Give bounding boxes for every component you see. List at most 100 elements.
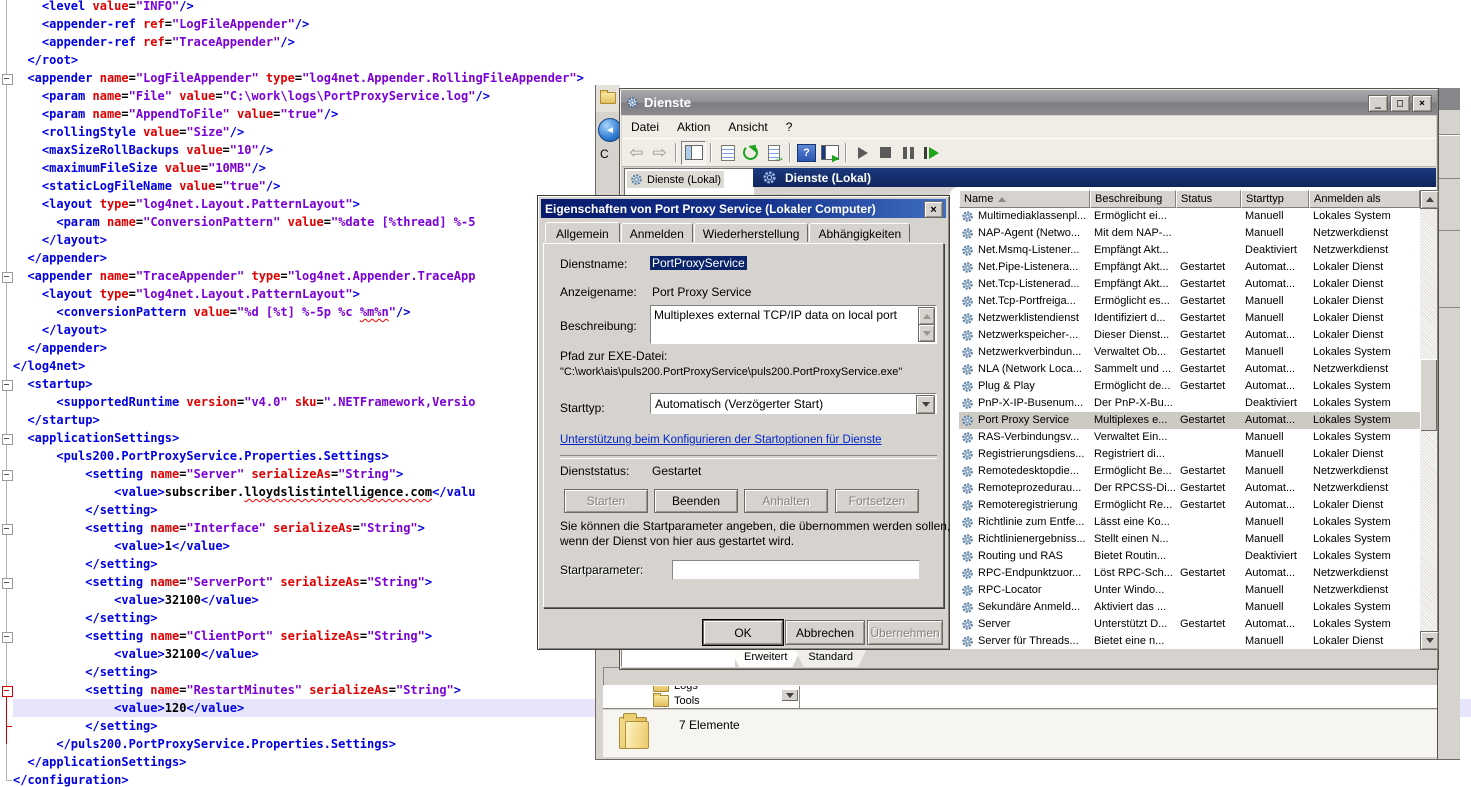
service-row[interactable]: Sekundäre Anmeld...Aktiviert das ...Manu… (959, 599, 1420, 616)
column-header-name[interactable]: Name (959, 190, 1090, 208)
column-header-beschreibung[interactable]: Beschreibung (1090, 190, 1176, 208)
description-box[interactable]: Multiplexes external TCP/IP data on loca… (650, 305, 937, 344)
cell-startup: Manuell (1241, 293, 1309, 310)
show-console-tree-button[interactable] (681, 141, 706, 165)
pause-service-button[interactable] (897, 142, 920, 164)
service-row[interactable]: Netzwerkspeicher-...Dieser Dienst...Gest… (959, 327, 1420, 344)
menu-item-datei[interactable]: Datei (622, 118, 668, 136)
dropdown-button[interactable] (781, 689, 798, 701)
close-button[interactable]: × (1412, 95, 1432, 112)
service-row[interactable]: Net.Tcp-Listenerad...Empfängt Akt...Gest… (959, 276, 1420, 293)
combo-drop-button[interactable] (916, 395, 935, 414)
service-row[interactable]: PnP-X-IP-Busenum...Der PnP-X-Bu...Deakti… (959, 395, 1420, 412)
beenden-button[interactable]: Beenden (654, 489, 738, 513)
start-service-icon (858, 147, 868, 159)
dialog-titlebar[interactable]: Eigenschaften von Port Proxy Service (Lo… (541, 199, 946, 218)
service-row[interactable]: Remotedesktopdie...Ermöglicht Be...Gesta… (959, 463, 1420, 480)
vertical-scrollbar[interactable] (1420, 190, 1437, 648)
service-row[interactable]: Plug & PlayErmöglicht de...GestartetAuto… (959, 378, 1420, 395)
fold-collapse-box[interactable] (2, 380, 13, 391)
service-row[interactable]: RemoteregistrierungErmöglicht Re...Gesta… (959, 497, 1420, 514)
help-button[interactable]: ? (795, 142, 818, 164)
tree-folder-item[interactable]: Logs (653, 686, 698, 692)
explorer-tree-fragment: Logs Tools (603, 686, 1439, 708)
menu-item-[interactable]: ? (777, 118, 802, 136)
code-fold-margin[interactable] (0, 0, 13, 787)
start-service-button[interactable] (851, 142, 874, 164)
fold-collapse-box[interactable] (2, 632, 13, 643)
service-row[interactable]: Port Proxy ServiceMultiplexes e...Gestar… (959, 412, 1420, 429)
restart-service-button[interactable] (920, 142, 943, 164)
service-name-value[interactable]: PortProxyService (650, 256, 747, 270)
service-row[interactable]: Multimediaklassenpl...Ermöglicht ei...Ma… (959, 208, 1420, 225)
startup-options-help-link[interactable]: Unterstützung beim Konfigurieren der Sta… (560, 434, 882, 446)
refresh-button[interactable] (739, 142, 762, 164)
fold-collapse-box-active[interactable] (2, 686, 13, 697)
services-titlebar[interactable]: Dienste _ □ × (621, 90, 1437, 115)
scroll-up-button[interactable] (1420, 190, 1439, 209)
explorer-back-button[interactable]: ◄ (598, 118, 620, 142)
service-row[interactable]: RAS-Verbindungsv...Verwaltet Ein...Manue… (959, 429, 1420, 446)
fold-collapse-box[interactable] (2, 272, 13, 283)
maximize-button[interactable]: □ (1390, 95, 1410, 112)
cell-description: Identifiziert d... (1090, 310, 1176, 327)
startup-type-combobox[interactable]: Automatisch (Verzögerter Start) (650, 393, 937, 414)
menu-item-aktion[interactable]: Aktion (668, 118, 719, 136)
service-row[interactable]: Net.Pipe-Listenera...Empfängt Akt...Gest… (959, 259, 1420, 276)
scroll-down-button[interactable] (1420, 631, 1439, 650)
cell-description: Ermöglicht de... (1090, 378, 1176, 395)
start-parameter-input[interactable] (672, 560, 920, 580)
service-row[interactable]: Net.Tcp-Portfreiga...Ermöglicht es...Ges… (959, 293, 1420, 310)
desc-scroll-up-button[interactable] (918, 307, 935, 325)
tree-folder-item[interactable]: Tools (653, 695, 700, 707)
service-row[interactable]: NLA (Network Loca...Sammelt und ...Gesta… (959, 361, 1420, 378)
export-list-button[interactable]: → (762, 142, 785, 164)
column-header-anmeldenals[interactable]: Anmelden als (1309, 190, 1420, 208)
service-row[interactable]: Richtlinie zum Entfe...Lässt eine Ko...M… (959, 514, 1420, 531)
service-row[interactable]: Richtlinienergebniss...Stellt einen N...… (959, 531, 1420, 548)
column-header-label: Starttyp (1246, 193, 1284, 205)
fold-collapse-box[interactable] (2, 470, 13, 481)
service-row[interactable]: NetzwerklistendienstIdentifiziert d...Ge… (959, 310, 1420, 327)
column-header-status[interactable]: Status (1176, 190, 1241, 208)
ok-button[interactable]: OK (703, 620, 783, 645)
minimize-button[interactable]: _ (1368, 95, 1388, 112)
forward-button[interactable]: ⇨ (648, 142, 671, 164)
dialog-close-button[interactable]: × (924, 201, 943, 218)
scrollbar-thumb[interactable] (1420, 359, 1437, 431)
properties-button[interactable] (716, 142, 739, 164)
service-row[interactable]: Server für Threads...Bietet eine n...Man… (959, 633, 1420, 650)
tab-erweitert[interactable]: Erweitert (730, 648, 801, 667)
service-name: NAP-Agent (Netwo... (978, 227, 1080, 239)
fold-collapse-box[interactable] (2, 578, 13, 589)
service-row[interactable]: RPC-LocatorUnter Windo...ManuellNetzwerk… (959, 582, 1420, 599)
tab-standard[interactable]: Standard (794, 648, 867, 667)
cell-name: Registrierungsdiens... (959, 446, 1090, 463)
stop-service-button[interactable] (874, 142, 897, 164)
abbrechen-button[interactable]: Abbrechen (785, 620, 865, 645)
menu-item-ansicht[interactable]: Ansicht (719, 118, 776, 136)
fold-collapse-box[interactable] (2, 434, 13, 445)
back-button[interactable]: ⇦ (625, 142, 648, 164)
dialog-tab-anmelden[interactable]: Anmelden (621, 223, 693, 244)
service-row[interactable]: Netzwerkverbindun...Verwaltet Ob...Gesta… (959, 344, 1420, 361)
cell-status: Gestartet (1176, 463, 1241, 480)
service-row[interactable]: Routing und RASBietet Routin...Deaktivie… (959, 548, 1420, 565)
dialog-title: Eigenschaften von Port Proxy Service (Lo… (545, 202, 876, 216)
action-pane-button[interactable]: ▶ (818, 142, 841, 164)
dialog-tab-abhngigkeiten[interactable]: Abhängigkeiten (809, 223, 910, 244)
cell-name: Remoteregistrierung (959, 497, 1090, 514)
service-row[interactable]: NAP-Agent (Netwo...Mit dem NAP-...Manuel… (959, 225, 1420, 242)
tree-item-dienste-lokal[interactable]: Dienste (Lokal) (627, 171, 724, 188)
fold-collapse-box[interactable] (2, 524, 13, 535)
service-row[interactable]: Remoteprozedurau...Der RPCSS-Di...Gestar… (959, 480, 1420, 497)
desc-scroll-down-button[interactable] (918, 324, 935, 342)
service-row[interactable]: ServerUnterstützt D...GestartetAutomat..… (959, 616, 1420, 633)
dialog-tab-wiederherstellung[interactable]: Wiederherstellung (694, 223, 809, 244)
service-row[interactable]: Net.Msmq-Listener...Empfängt Akt...Deakt… (959, 242, 1420, 259)
service-row[interactable]: Registrierungsdiens...Registriert di...M… (959, 446, 1420, 463)
service-row[interactable]: RPC-Endpunktzuor...Löst RPC-Sch...Gestar… (959, 565, 1420, 582)
fold-collapse-box[interactable] (2, 74, 13, 85)
column-header-starttyp[interactable]: Starttyp (1241, 190, 1309, 208)
dialog-tab-allgemein[interactable]: Allgemein (545, 222, 620, 245)
